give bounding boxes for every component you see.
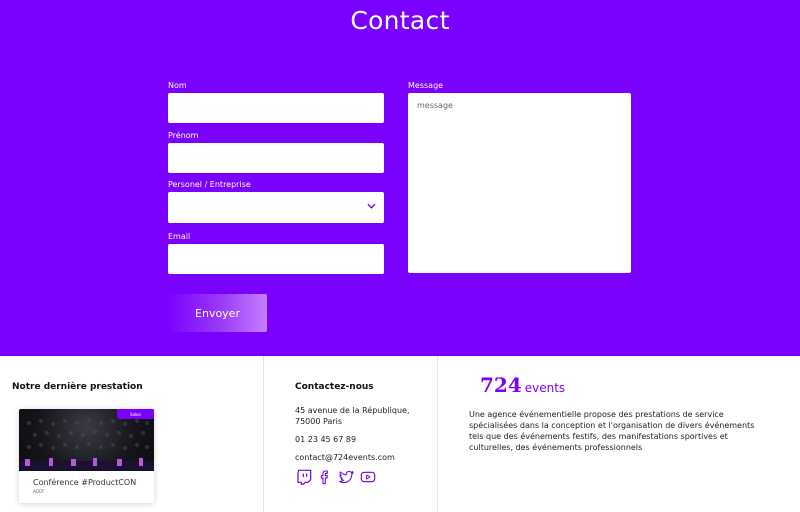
contact-heading: Contactez-nous <box>295 382 374 392</box>
agency-description: Une agence événementielle propose des pr… <box>469 410 755 452</box>
email-label: Email <box>168 232 191 241</box>
youtube-icon[interactable] <box>359 469 377 485</box>
contact-email[interactable]: contact@724events.com <box>295 452 395 463</box>
brand-number: 724 <box>480 373 522 397</box>
footer-divider <box>437 356 438 512</box>
event-card[interactable]: Salon Conférence #ProductCON AOÛT <box>19 409 154 503</box>
address: 45 avenue de la République, 75000 Paris <box>295 405 410 427</box>
facebook-icon[interactable] <box>317 469 333 485</box>
type-label: Personel / Entreprise <box>168 180 251 189</box>
event-date: AOÛT <box>33 489 45 494</box>
brand-word: events <box>524 381 566 395</box>
page-title: Contact <box>350 6 450 35</box>
phone-number: 01 23 45 67 89 <box>295 435 357 444</box>
contact-section <box>0 0 800 356</box>
twitter-icon[interactable] <box>337 469 356 485</box>
footer-divider <box>263 356 264 512</box>
send-button[interactable]: Envoyer <box>168 294 267 332</box>
brand-logo: 724 events <box>480 373 565 397</box>
prenom-label: Prénom <box>168 131 199 140</box>
message-textarea[interactable]: message <box>408 93 631 273</box>
type-select[interactable] <box>168 192 384 223</box>
latest-event-heading: Notre dernière prestation <box>12 382 143 392</box>
message-placeholder: message <box>417 101 453 110</box>
event-category-badge: Salon <box>117 409 154 419</box>
address-line-1: 45 avenue de la République, <box>295 406 410 415</box>
prenom-input[interactable] <box>168 143 384 173</box>
email-input[interactable] <box>168 244 384 274</box>
nom-label: Nom <box>168 81 187 90</box>
message-label: Message <box>408 81 444 90</box>
chevron-down-icon <box>367 203 376 209</box>
twitch-icon[interactable] <box>296 469 312 485</box>
nom-input[interactable] <box>168 93 384 123</box>
address-line-2: 75000 Paris <box>295 417 343 426</box>
event-title: Conférence #ProductCON <box>33 478 137 487</box>
